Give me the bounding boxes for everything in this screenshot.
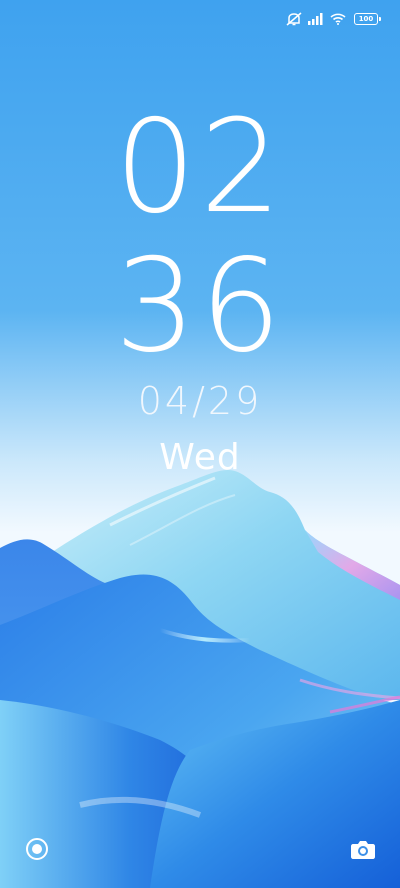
camera-icon bbox=[350, 837, 376, 865]
lockscreen-weekday: Wed bbox=[159, 437, 241, 478]
lockscreen-date: 04/29 bbox=[137, 379, 263, 423]
battery-level: 100 bbox=[358, 14, 374, 23]
assistant-shortcut-button[interactable] bbox=[24, 838, 50, 864]
clock-hours: 02 bbox=[114, 93, 286, 242]
status-bar: 100 bbox=[286, 8, 381, 30]
lock-screen: 100 02 36 04/29 Wed bbox=[0, 0, 400, 888]
wifi-icon bbox=[330, 13, 346, 25]
signal-icon bbox=[308, 13, 324, 25]
assistant-icon bbox=[25, 837, 49, 865]
mute-icon bbox=[286, 12, 302, 26]
clock-minutes: 36 bbox=[114, 232, 286, 381]
camera-shortcut-button[interactable] bbox=[350, 838, 376, 864]
battery-icon: 100 bbox=[354, 13, 381, 25]
